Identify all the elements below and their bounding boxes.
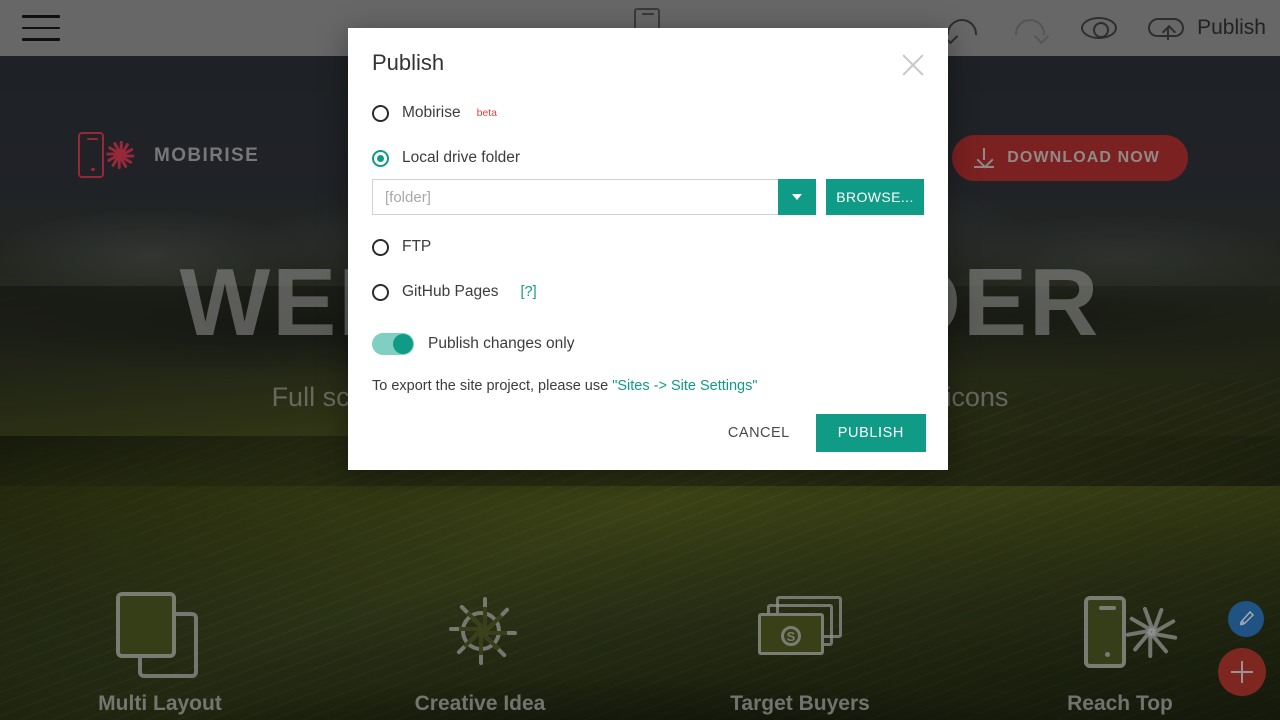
radio-indicator[interactable] (372, 238, 389, 256)
browse-button[interactable]: BROWSE... (826, 179, 924, 215)
radio-indicator[interactable] (372, 149, 389, 167)
radio-option-github-pages[interactable]: GitHub Pages [?] (372, 277, 924, 307)
chevron-down-icon[interactable] (778, 179, 816, 215)
radio-option-mobirise[interactable]: Mobirise beta (372, 98, 924, 128)
radio-label: GitHub Pages (402, 283, 499, 300)
close-icon[interactable] (896, 48, 930, 82)
radio-option-local-drive-folder[interactable]: Local drive folder (372, 143, 924, 173)
folder-path-input[interactable] (372, 179, 778, 215)
radio-label: Local drive folder (402, 149, 521, 166)
radio-label: Mobirise (402, 104, 461, 121)
folder-picker-row: BROWSE... (372, 179, 924, 215)
export-note: To export the site project, please use "… (372, 378, 924, 394)
github-pages-help-link[interactable]: [?] (521, 284, 537, 300)
publish-dialog: Publish Mobirise beta Local drive folder… (348, 28, 948, 470)
export-note-text: To export the site project, please use (372, 378, 613, 394)
radio-option-ftp[interactable]: FTP (372, 232, 924, 262)
publish-changes-only-toggle[interactable] (372, 333, 414, 355)
radio-indicator[interactable] (372, 283, 389, 301)
dialog-body: Mobirise beta Local drive folder BROWSE.… (372, 98, 924, 394)
beta-badge: beta (476, 107, 498, 119)
publish-dialog-button[interactable]: PUBLISH (815, 414, 926, 452)
publish-changes-only-row[interactable]: Publish changes only (372, 333, 924, 355)
dialog-title: Publish (372, 50, 445, 75)
radio-indicator[interactable] (372, 104, 389, 122)
dialog-actions: CANCEL PUBLISH (722, 414, 926, 452)
cancel-button[interactable]: CANCEL (722, 415, 796, 451)
site-settings-link[interactable]: "Sites -> Site Settings" (612, 378, 757, 394)
publish-changes-only-label: Publish changes only (428, 335, 575, 352)
app-root: MOBIRISE DOWNLOAD NOW WEBSITE BUILDER Fu… (0, 0, 1280, 720)
radio-label: FTP (402, 238, 432, 255)
